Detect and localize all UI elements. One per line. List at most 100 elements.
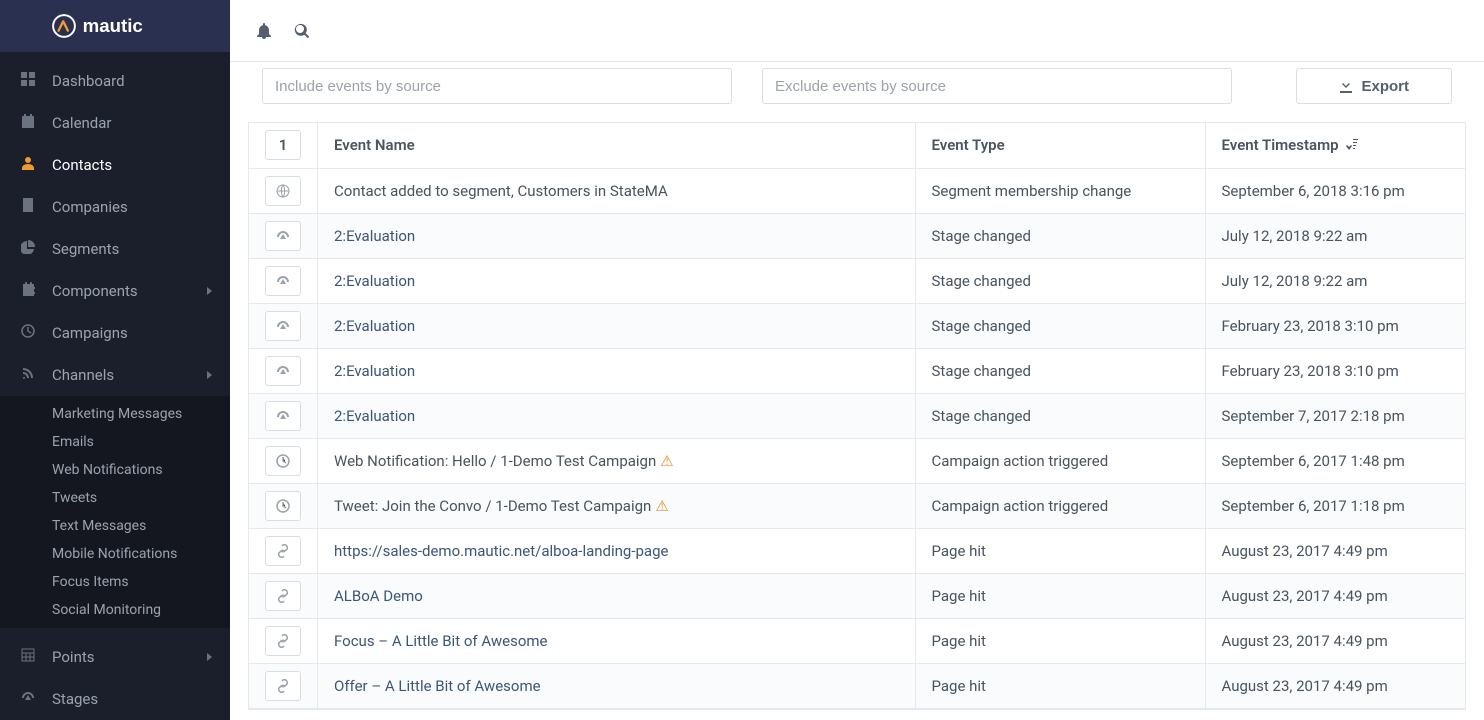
event-type: Segment membership change: [915, 168, 1205, 213]
event-type: Page hit: [915, 573, 1205, 618]
table-row: https://sales-demo.mautic.net/alboa-land…: [249, 528, 1465, 573]
event-name[interactable]: 2:Evaluation: [334, 272, 415, 290]
sidebar-item-channels[interactable]: Channels: [0, 354, 230, 396]
event-timestamp: September 6, 2017 1:48 pm: [1205, 438, 1465, 483]
event-timestamp: September 7, 2017 2:18 pm: [1205, 393, 1465, 438]
warning-icon: ⚠: [655, 497, 668, 515]
sidebar-subitem-emails[interactable]: Emails: [0, 428, 230, 456]
include-events-input[interactable]: [262, 68, 732, 104]
event-name[interactable]: 2:Evaluation: [334, 362, 415, 380]
event-type: Page hit: [915, 528, 1205, 573]
table-header-row: 1 Event Name Event Type Event Timestamp: [249, 123, 1465, 168]
sidebar-item-label: Stages: [52, 690, 98, 708]
sidebar-item-segments[interactable]: Segments: [0, 228, 230, 270]
sidebar-item-campaigns[interactable]: Campaigns: [0, 312, 230, 354]
channels-submenu: Marketing MessagesEmailsWeb Notification…: [0, 396, 230, 628]
sidebar-item-label: Segments: [52, 240, 119, 258]
link-icon[interactable]: [265, 536, 301, 566]
sidebar-item-label: Contacts: [52, 156, 112, 174]
sidebar-item-stages[interactable]: Stages: [0, 678, 230, 720]
event-name[interactable]: 2:Evaluation: [334, 317, 415, 335]
event-timestamp: July 12, 2018 9:22 am: [1205, 213, 1465, 258]
event-type: Stage changed: [915, 213, 1205, 258]
event-name[interactable]: ALBoA Demo: [334, 587, 423, 605]
events-table: 1 Event Name Event Type Event Timestamp: [248, 122, 1466, 710]
notifications-button[interactable]: [248, 15, 280, 47]
globe-icon[interactable]: [265, 176, 301, 206]
search-icon: [294, 23, 310, 39]
link-icon[interactable]: [265, 581, 301, 611]
link-icon[interactable]: [265, 626, 301, 656]
event-name[interactable]: 2:Evaluation: [334, 407, 415, 425]
event-type: Campaign action triggered: [915, 438, 1205, 483]
tach-icon: [18, 690, 38, 708]
sidebar-item-contacts[interactable]: Contacts: [0, 144, 230, 186]
tach-icon[interactable]: [265, 356, 301, 386]
tach-icon[interactable]: [265, 266, 301, 296]
sidebar-subitem-tweets[interactable]: Tweets: [0, 484, 230, 512]
sidebar-item-label: Components: [52, 282, 138, 300]
sidebar-item-calendar[interactable]: Calendar: [0, 102, 230, 144]
sidebar-item-label: Dashboard: [52, 72, 125, 90]
sidebar: mautic Dashboard Calendar Contacts Companie…: [0, 0, 230, 720]
logo[interactable]: mautic: [0, 0, 230, 52]
clock-icon[interactable]: [265, 491, 301, 521]
row-count: 1: [265, 130, 301, 160]
sidebar-subitem-mobile-notifications[interactable]: Mobile Notifications: [0, 540, 230, 568]
event-type: Stage changed: [915, 348, 1205, 393]
sidebar-item-dashboard[interactable]: Dashboard: [0, 60, 230, 102]
sidebar-subitem-focus-items[interactable]: Focus Items: [0, 568, 230, 596]
link-icon[interactable]: [265, 671, 301, 701]
tach-icon[interactable]: [265, 311, 301, 341]
tach-icon[interactable]: [265, 401, 301, 431]
event-timestamp: September 6, 2018 3:16 pm: [1205, 168, 1465, 213]
sidebar-item-companies[interactable]: Companies: [0, 186, 230, 228]
sidebar-subitem-web-notifications[interactable]: Web Notifications: [0, 456, 230, 484]
event-type: Page hit: [915, 618, 1205, 663]
table-row: 2:EvaluationStage changedSeptember 7, 20…: [249, 393, 1465, 438]
bell-icon: [256, 23, 272, 39]
svg-text:mautic: mautic: [83, 15, 143, 36]
sidebar-subitem-social-monitoring[interactable]: Social Monitoring: [0, 596, 230, 624]
sidebar-subitem-marketing-messages[interactable]: Marketing Messages: [0, 400, 230, 428]
header-event-name[interactable]: Event Name: [318, 123, 916, 168]
event-timestamp: August 23, 2017 4:49 pm: [1205, 618, 1465, 663]
clock-icon: [18, 324, 38, 342]
topbar: [230, 0, 1484, 62]
table-row: 2:Evaluation Stage changedJuly 12, 2018 9…: [249, 213, 1465, 258]
event-name[interactable]: Focus – A Little Bit of Awesome: [334, 632, 548, 650]
table-row: Offer – A Little Bit of AwesomePage hitA…: [249, 663, 1465, 708]
search-button[interactable]: [286, 15, 318, 47]
export-button[interactable]: Export: [1296, 68, 1452, 104]
event-type: Stage changed: [915, 258, 1205, 303]
sidebar-item-points[interactable]: Points: [0, 636, 230, 678]
table-row: Tweet: Join the Convo / 1-Demo Test Camp…: [249, 483, 1465, 528]
sidebar-item-label: Points: [52, 648, 95, 666]
warning-icon: ⚠: [660, 452, 673, 470]
sidebar-subitem-text-messages[interactable]: Text Messages: [0, 512, 230, 540]
event-timestamp: August 23, 2017 4:49 pm: [1205, 573, 1465, 618]
event-name[interactable]: Offer – A Little Bit of Awesome: [334, 677, 541, 695]
rss-icon: [18, 366, 38, 384]
sidebar-item-label: Calendar: [52, 114, 112, 132]
tach-icon[interactable]: [265, 221, 301, 251]
exclude-events-input[interactable]: [762, 68, 1232, 104]
main-nav: Dashboard Calendar Contacts Companies Segmen…: [0, 52, 230, 396]
table-row: 2:Evaluation Stage changedFebruary 23, 20…: [249, 348, 1465, 393]
puzzle-icon: [18, 282, 38, 300]
main-nav-tail: Points Stages: [0, 628, 230, 720]
calendar-icon: [18, 114, 38, 132]
event-timestamp: February 23, 2018 3:10 pm: [1205, 348, 1465, 393]
table-row: 2:EvaluationStage changedJuly 12, 2018 9…: [249, 258, 1465, 303]
event-name[interactable]: https://sales-demo.mautic.net/alboa-land…: [334, 542, 668, 560]
export-label: Export: [1361, 78, 1409, 95]
event-name: Tweet: Join the Convo / 1-Demo Test Camp…: [334, 497, 651, 515]
event-name[interactable]: 2:Evaluation: [334, 227, 415, 245]
header-event-type[interactable]: Event Type: [915, 123, 1205, 168]
event-type: Page hit: [915, 663, 1205, 708]
header-event-timestamp[interactable]: Event Timestamp: [1205, 123, 1465, 168]
sidebar-item-label: Channels: [52, 366, 114, 384]
event-name: Web Notification: Hello / 1-Demo Test Ca…: [334, 452, 656, 470]
sidebar-item-components[interactable]: Components: [0, 270, 230, 312]
clock-icon[interactable]: [265, 446, 301, 476]
